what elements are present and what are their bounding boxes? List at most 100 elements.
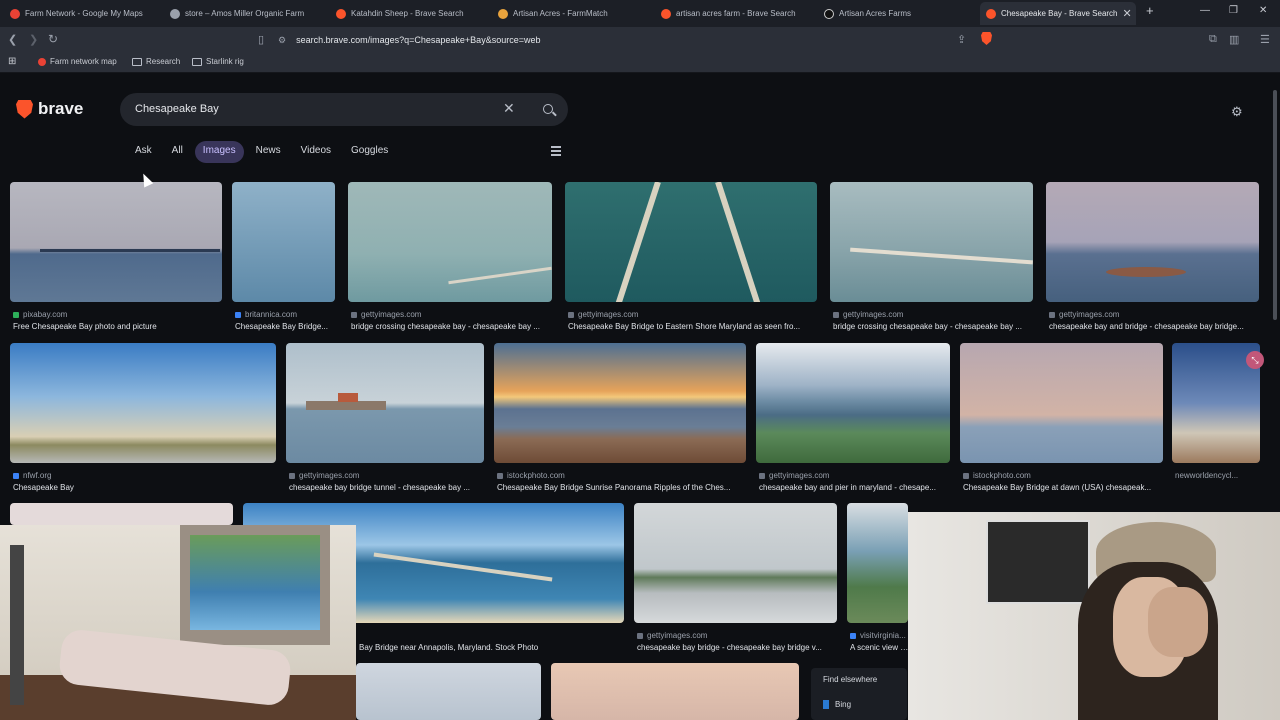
scrollbar[interactable]	[1273, 90, 1277, 320]
result-thumbnail[interactable]	[634, 503, 837, 623]
image-result[interactable]: pixabay.com Free Chesapeake Bay photo an…	[10, 182, 222, 332]
tab-videos[interactable]: Videos	[293, 141, 339, 163]
sidebar-icon[interactable]: ▥	[1229, 33, 1239, 46]
image-result[interactable]: gettyimages.com bridge crossing chesapea…	[830, 182, 1033, 332]
result-caption[interactable]: Chesapeake Bay Bridge at dawn (USA) ches…	[963, 483, 1166, 492]
bookmark-folder-research[interactable]: Research	[132, 57, 180, 66]
tab-goggles[interactable]: Goggles	[343, 141, 396, 163]
result-source: nfwf.org	[13, 471, 51, 480]
tab-artisan-farms[interactable]: Artisan Acres Farms	[818, 2, 974, 25]
image-result[interactable]: nfwf.org Chesapeake Bay	[10, 343, 276, 493]
result-thumbnail[interactable]	[1046, 182, 1259, 302]
image-result[interactable]	[551, 663, 799, 720]
tab-ask[interactable]: Ask	[127, 141, 160, 163]
search-type-tabs: Ask All Images News Videos Goggles	[127, 141, 396, 163]
result-caption[interactable]: chesapeake bay bridge tunnel - chesapeak…	[289, 483, 487, 492]
result-source: gettyimages.com	[759, 471, 829, 480]
result-thumbnail[interactable]	[960, 343, 1163, 463]
result-caption[interactable]: Chesapeake Bay Bridge Sunrise Panorama R…	[497, 483, 749, 492]
result-thumbnail[interactable]	[565, 182, 817, 302]
result-thumbnail[interactable]	[830, 182, 1033, 302]
search-input[interactable]: Chesapeake Bay	[135, 103, 219, 115]
back-icon[interactable]: ❮	[8, 33, 17, 46]
result-thumbnail[interactable]	[286, 343, 484, 463]
close-icon[interactable]: ✕	[1123, 7, 1132, 20]
maximize-icon[interactable]: ❐	[1229, 5, 1238, 16]
result-thumbnail[interactable]	[10, 343, 276, 463]
tab-title: Chesapeake Bay - Brave Search	[1001, 9, 1118, 18]
tab-amos-miller[interactable]: store – Amos Miller Organic Farm	[164, 2, 320, 25]
image-result[interactable]: gettyimages.com chesapeake bay and pier …	[756, 343, 950, 493]
result-thumbnail[interactable]	[551, 663, 799, 720]
address-bar[interactable]: ⚙ search.brave.com/images?q=Chesapeake+B…	[278, 31, 998, 49]
bing-icon	[823, 700, 829, 709]
clear-icon[interactable]: ✕	[503, 100, 515, 117]
tab-artisan-search[interactable]: artisan acres farm - Brave Search	[655, 2, 811, 25]
collapse-icon[interactable]: ⤡	[1246, 351, 1264, 369]
result-thumbnail[interactable]	[348, 182, 552, 302]
image-result[interactable]: visitvirginia... A scenic view o...	[847, 503, 911, 653]
result-caption[interactable]: Free Chesapeake Bay photo and picture	[13, 322, 225, 331]
tab-farm-network[interactable]: Farm Network - Google My Maps	[4, 2, 160, 25]
bookmarks-bar: ⊞ Farm network map Research Starlink rig	[0, 53, 1280, 73]
brave-shields-icon[interactable]	[981, 32, 992, 48]
share-icon[interactable]: ⇪	[957, 33, 966, 46]
tab-artisan-farmmatch[interactable]: Artisan Acres - FarmMatch	[492, 2, 648, 25]
extensions-icon[interactable]: ⧉	[1209, 33, 1217, 46]
result-thumbnail[interactable]	[232, 182, 335, 302]
result-thumbnail[interactable]	[756, 343, 950, 463]
result-thumbnail[interactable]	[356, 663, 541, 720]
image-result[interactable]: gettyimages.com chesapeake bay bridge tu…	[286, 343, 484, 493]
result-thumbnail[interactable]	[494, 343, 746, 463]
result-caption[interactable]: chesapeake bay bridge - chesapeake bay b…	[637, 643, 840, 652]
apps-grid-icon[interactable]: ⊞	[8, 56, 16, 67]
reload-icon[interactable]: ↻	[48, 32, 58, 46]
image-result[interactable]	[10, 503, 233, 525]
result-source: gettyimages.com	[568, 310, 638, 319]
forward-icon[interactable]: ❯	[29, 33, 38, 46]
minimize-icon[interactable]: —	[1200, 5, 1210, 16]
image-result[interactable]: britannica.com Chesapeake Bay Bridge...	[232, 182, 335, 332]
bing-link[interactable]: Bing	[823, 700, 851, 709]
settings-gear-icon[interactable]: ⚙	[1231, 104, 1243, 120]
result-thumbnail[interactable]	[10, 503, 233, 525]
result-source: istockphoto.com	[497, 471, 565, 480]
result-caption[interactable]: Chesapeake Bay Bridge to Eastern Shore M…	[568, 322, 820, 331]
tab-chesapeake-bay[interactable]: Chesapeake Bay - Brave Search ✕	[980, 2, 1136, 25]
tab-images[interactable]: Images	[194, 141, 244, 163]
result-caption[interactable]: chesapeake bay and pier in maryland - ch…	[759, 483, 953, 492]
image-result[interactable]	[356, 663, 541, 720]
bookmark-folder-starlink[interactable]: Starlink rig	[192, 57, 244, 66]
search-icon[interactable]	[543, 104, 553, 114]
result-caption[interactable]: Chesapeake Bay Bridge...	[235, 322, 338, 331]
image-result[interactable]: istockphoto.com Chesapeake Bay Bridge Su…	[494, 343, 746, 493]
result-caption[interactable]: A scenic view o...	[850, 643, 911, 652]
new-tab-button[interactable]: +	[1146, 3, 1154, 18]
brave-logo[interactable]: brave	[16, 99, 83, 119]
result-caption[interactable]: Chesapeake Bay	[13, 483, 279, 492]
result-caption[interactable]: Bay Bridge near Annapolis, Maryland. Sto…	[359, 643, 624, 652]
filter-icon[interactable]	[551, 145, 561, 156]
image-result[interactable]: gettyimages.com chesapeake bay bridge - …	[634, 503, 837, 653]
tab-katahdin-sheep[interactable]: Katahdin Sheep - Brave Search	[330, 2, 486, 25]
image-result[interactable]: newworldencycl...	[1172, 343, 1260, 493]
tab-news[interactable]: News	[248, 141, 289, 163]
image-result[interactable]: gettyimages.com chesapeake bay and bridg…	[1046, 182, 1259, 332]
window-close-icon[interactable]: ✕	[1259, 5, 1267, 16]
result-caption[interactable]: bridge crossing chesapeake bay - chesape…	[351, 322, 555, 331]
bookmark-farm-network-map[interactable]: Farm network map	[38, 57, 117, 66]
image-result[interactable]: gettyimages.com bridge crossing chesapea…	[348, 182, 552, 332]
image-result[interactable]: istockphoto.com Chesapeake Bay Bridge at…	[960, 343, 1163, 493]
result-caption[interactable]: bridge crossing chesapeake bay - chesape…	[833, 322, 1036, 331]
bookmark-icon[interactable]: ▯	[258, 33, 264, 46]
webcam-overlay-streamer	[908, 512, 1280, 720]
result-thumbnail[interactable]	[847, 503, 908, 623]
image-result[interactable]: gettyimages.com Chesapeake Bay Bridge to…	[565, 182, 817, 332]
search-box[interactable]: Chesapeake Bay ✕	[120, 93, 568, 126]
result-thumbnail[interactable]	[10, 182, 222, 302]
tab-all[interactable]: All	[164, 141, 191, 163]
menu-icon[interactable]: ☰	[1260, 33, 1270, 46]
result-caption[interactable]: chesapeake bay and bridge - chesapeake b…	[1049, 322, 1262, 331]
site-info-icon[interactable]: ⚙	[278, 35, 286, 46]
page-favicon-icon	[170, 8, 180, 19]
